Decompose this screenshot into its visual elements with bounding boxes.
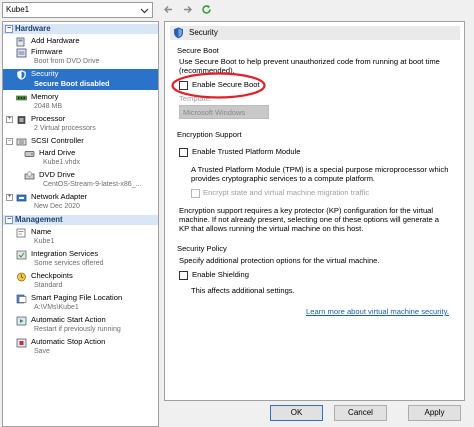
tree-item-add-hardware[interactable]: Add Hardware [3, 36, 158, 47]
template-value: Microsoft Windows [183, 108, 246, 117]
security-policy-desc: Specify additional protection options fo… [179, 256, 380, 265]
hardware-section-header[interactable]: − Hardware [3, 24, 158, 34]
top-bar: Kube1 [0, 0, 474, 20]
forward-button[interactable] [181, 3, 194, 16]
smart-paging-icon [16, 294, 27, 304]
dvd-drive-icon [24, 171, 35, 180]
encrypt-traffic-label: Encrypt state and virtual machine migrat… [203, 188, 370, 197]
tree-item-firmware[interactable]: Firmware Boot from DVD Drive [3, 47, 158, 67]
tree-item-security[interactable]: Security Secure Boot disabled [3, 69, 158, 90]
tree-item-scsi-controller[interactable]: − SCSI Controller [3, 136, 158, 147]
ok-button[interactable]: OK [270, 405, 323, 421]
shielding-desc: This affects additional settings. [191, 286, 295, 295]
shield-icon [17, 70, 26, 80]
encrypt-traffic-checkbox[interactable] [191, 189, 200, 198]
secure-boot-header: Secure Boot [177, 46, 219, 55]
tree-item-hard-drive[interactable]: Hard Drive Kube1.vhdx [3, 148, 158, 168]
hard-drive-icon [24, 151, 35, 157]
highlight-circle-annotation [171, 72, 266, 99]
tpm-desc-line2: provides cryptographic services to a com… [191, 174, 376, 183]
apply-button[interactable]: Apply [408, 405, 461, 421]
tree-item-name[interactable]: Name Kube1 [3, 227, 158, 247]
vm-selector-value: Kube1 [6, 5, 30, 14]
stop-action-icon [16, 338, 27, 348]
encryption-header: Encryption Support [177, 130, 242, 139]
add-hardware-icon [16, 37, 25, 47]
tree-item-automatic-start-action[interactable]: Automatic Start Action Restart if previo… [3, 315, 158, 335]
collapse-icon[interactable]: − [5, 25, 13, 33]
tree-item-checkpoints[interactable]: Checkpoints Standard [3, 271, 158, 291]
memory-icon [16, 95, 27, 101]
shield-icon [174, 27, 183, 39]
encryption-note-line3: KP that allows running the virtual machi… [179, 224, 364, 233]
firmware-icon [16, 48, 27, 58]
tree-item-processor[interactable]: + Processor 2 Virtual processors [3, 114, 158, 134]
enable-tpm-checkbox[interactable] [179, 148, 188, 157]
integration-services-icon [16, 250, 27, 260]
network-adapter-icon [16, 194, 27, 202]
start-action-icon [16, 316, 27, 326]
security-policy-header: Security Policy [177, 244, 227, 253]
vm-selector[interactable]: Kube1 [2, 2, 153, 18]
tree-item-dvd-drive[interactable]: DVD Drive CentOS-Stream-9-latest-x86_... [3, 170, 158, 190]
tree-item-smart-paging[interactable]: Smart Paging File Location A:\VMs\Kube1 [3, 293, 158, 313]
collapse-icon[interactable]: − [5, 216, 13, 224]
forward-arrow-icon [184, 6, 192, 13]
template-dropdown[interactable]: Microsoft Windows [179, 105, 269, 119]
panel-scrollbar[interactable] [466, 21, 474, 401]
settings-tree: − Hardware Add Hardware Firmware Boot fr… [2, 21, 159, 427]
tree-item-network-adapter[interactable]: + Network Adapter New Dec 2020 [3, 192, 158, 212]
cancel-button[interactable]: Cancel [334, 405, 387, 421]
expand-icon[interactable]: + [6, 194, 13, 201]
checkpoints-icon [17, 272, 26, 282]
tree-item-automatic-stop-action[interactable]: Automatic Stop Action Save [3, 337, 158, 357]
name-icon [16, 228, 26, 238]
panel-title-bar: Security [170, 26, 460, 40]
refresh-icon [202, 5, 211, 14]
management-section-header[interactable]: − Management [3, 215, 158, 225]
enable-shielding-checkbox[interactable] [179, 271, 188, 280]
back-button[interactable] [162, 3, 175, 16]
enable-tpm-label[interactable]: Enable Trusted Platform Module [192, 147, 300, 157]
collapse-icon[interactable]: − [6, 138, 13, 145]
tree-item-memory[interactable]: Memory 2048 MB [3, 92, 158, 112]
refresh-button[interactable] [200, 3, 213, 16]
expand-icon[interactable]: + [6, 116, 13, 123]
processor-icon [17, 116, 26, 124]
panel-title: Security [189, 28, 218, 37]
back-arrow-icon [164, 6, 172, 13]
tree-item-integration-services[interactable]: Integration Services Some services offer… [3, 249, 158, 269]
enable-shielding-label[interactable]: Enable Shielding [192, 270, 249, 280]
chevron-down-icon [140, 8, 149, 14]
learn-more-link[interactable]: Learn more about virtual machine securit… [306, 307, 449, 317]
scsi-controller-icon [16, 138, 27, 146]
